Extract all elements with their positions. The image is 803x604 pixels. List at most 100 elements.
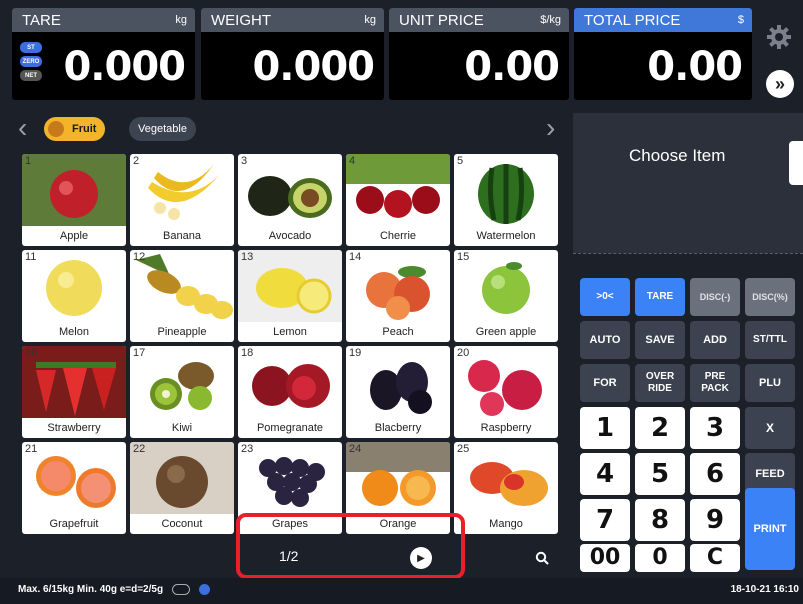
digit-1-key[interactable]: 1	[580, 407, 630, 449]
product-tile-kiwi[interactable]: 17 Kiwi	[130, 346, 234, 438]
raspberry-icon	[468, 360, 542, 416]
settings-gear-icon[interactable]	[764, 22, 794, 52]
datetime: 18-10-21 16:10	[730, 584, 799, 595]
product-name: Cherrie	[379, 230, 417, 242]
product-name: Melon	[59, 326, 89, 338]
chevron-right-icon[interactable]: ›	[546, 114, 555, 142]
digit-0-key[interactable]: 0	[635, 544, 685, 572]
bluetooth-icon	[198, 584, 210, 595]
product-tile-coconut[interactable]: 22 Coconut	[130, 442, 234, 534]
expand-button[interactable]: »	[766, 70, 794, 98]
digit-4-key[interactable]: 4	[580, 453, 630, 495]
clear-key[interactable]: C	[690, 544, 740, 572]
product-tile-green-apple[interactable]: 15 Green apple	[454, 250, 558, 342]
product-tile-grapefruit[interactable]: 21 Grapefruit	[22, 442, 126, 534]
fruit-icon	[48, 121, 64, 137]
avocado-icon	[248, 176, 332, 218]
zero-key[interactable]: >0<	[580, 278, 630, 316]
product-grid: 1 Apple 2 Banana 3 Avocado 4 Cherrie 5 W…	[22, 154, 561, 540]
save-key[interactable]: SAVE	[635, 321, 685, 359]
search-icon[interactable]	[532, 548, 552, 568]
product-tile-avocado[interactable]: 3 Avocado	[238, 154, 342, 246]
weight-unit: kg	[364, 14, 376, 26]
product-number: 11	[25, 251, 37, 263]
watermelon-icon	[478, 164, 534, 224]
tare-key[interactable]: TARE	[635, 278, 685, 316]
double-zero-key[interactable]: 00	[580, 544, 630, 572]
kiwi-icon	[150, 362, 214, 410]
keypad: >0< TARE DISC(-) DISC(%) AUTO SAVE ADD S…	[573, 270, 803, 575]
product-number: 1	[25, 155, 32, 167]
peach-icon	[366, 266, 430, 320]
product-tile-pomegranate[interactable]: 18 Pomegranate	[238, 346, 342, 438]
status-bar: Max. 6/15kg Min. 40g e=d=2/5g 18-10-21 1…	[0, 578, 803, 604]
total-price-unit: $	[737, 14, 744, 26]
product-tile-blacberry[interactable]: 19 Blacberry	[346, 346, 450, 438]
melon-icon	[46, 260, 102, 316]
category-fruit-label: Fruit	[72, 123, 97, 135]
product-tile-peach[interactable]: 14 Peach	[346, 250, 450, 342]
digit-6-key[interactable]: 6	[690, 453, 740, 495]
scale-pos-screen: TARE kg ST ZERO NET 0.000 WEIGHT kg 0.000 …	[0, 0, 803, 604]
product-number: 16	[25, 347, 38, 359]
prepack-key[interactable]: PRE PACK	[690, 364, 740, 402]
digit-5-key[interactable]: 5	[635, 453, 685, 495]
digit-2-key[interactable]: 2	[635, 407, 685, 449]
product-name: Avocado	[268, 230, 312, 242]
grapes-icon	[259, 457, 325, 507]
unit-price-unit: $/kg	[540, 14, 561, 26]
digit-7-key[interactable]: 7	[580, 499, 630, 541]
auto-key[interactable]: AUTO	[580, 321, 630, 359]
weight-label: WEIGHT	[211, 11, 271, 29]
cherry-icon	[346, 154, 450, 218]
product-number: 18	[241, 347, 254, 359]
product-tile-raspberry[interactable]: 20 Raspberry	[454, 346, 558, 438]
unit-price-label: UNIT PRICE	[399, 11, 484, 29]
override-key[interactable]: OVER RIDE	[635, 364, 685, 402]
product-name: Grapefruit	[49, 518, 99, 530]
side-panel-tab[interactable]	[789, 141, 803, 185]
disc-pct-key[interactable]: DISC(%)	[745, 278, 795, 316]
scale-specs-text: Max. 6/15kg Min. 40g e=d=2/5g	[18, 584, 164, 596]
tare-unit: kg	[175, 14, 187, 26]
product-tile-melon[interactable]: 11 Melon	[22, 250, 126, 342]
digit-8-key[interactable]: 8	[635, 499, 685, 541]
multiply-key[interactable]: X	[745, 407, 795, 449]
digit-3-key[interactable]: 3	[690, 407, 740, 449]
product-name: Mango	[489, 518, 523, 530]
tare-label: TARE	[22, 11, 61, 29]
category-fruit[interactable]: Fruit	[44, 117, 106, 141]
stable-indicator: ST	[20, 42, 42, 53]
category-bar: ‹ Fruit Vegetable ›	[14, 112, 569, 146]
product-tile-strawberry[interactable]: 16 Strawberry	[22, 346, 126, 438]
product-number: 3	[241, 155, 248, 167]
unit-price-display: UNIT PRICE $/kg 0.00	[389, 8, 569, 100]
product-tile-cherrie[interactable]: 4 Cherrie	[346, 154, 450, 246]
lemon-icon	[238, 250, 342, 322]
add-key[interactable]: ADD	[690, 321, 740, 359]
product-number: 12	[133, 251, 146, 263]
subtotal-key[interactable]: ST/TTL	[745, 321, 795, 359]
product-tile-apple[interactable]: 1 Apple	[22, 154, 126, 246]
product-number: 23	[241, 443, 254, 455]
product-tile-lemon[interactable]: 13 Lemon	[238, 250, 342, 342]
pineapple-icon	[136, 254, 233, 319]
digit-9-key[interactable]: 9	[690, 499, 740, 541]
for-key[interactable]: FOR	[580, 364, 630, 402]
tare-display: TARE kg ST ZERO NET 0.000	[12, 8, 195, 100]
grapefruit-icon	[36, 456, 116, 508]
product-tile-banana[interactable]: 2 Banana	[130, 154, 234, 246]
scale-specs: Max. 6/15kg Min. 40g e=d=2/5g	[18, 584, 210, 595]
chevron-left-icon[interactable]: ‹	[18, 114, 27, 142]
zero-indicator: ZERO	[20, 56, 42, 67]
product-tile-pineapple[interactable]: 12 Pineapple	[130, 250, 234, 342]
category-vegetable[interactable]: Vegetable	[129, 117, 196, 141]
product-tile-watermelon[interactable]: 5 Watermelon	[454, 154, 558, 246]
mango-icon	[470, 462, 548, 506]
print-key[interactable]: PRINT	[745, 488, 795, 570]
product-name: Apple	[59, 230, 89, 242]
plu-key[interactable]: PLU	[745, 364, 795, 402]
disc-minus-key[interactable]: DISC(-)	[690, 278, 740, 316]
product-number: 20	[457, 347, 470, 359]
product-tile-mango[interactable]: 25 Mango	[454, 442, 558, 534]
